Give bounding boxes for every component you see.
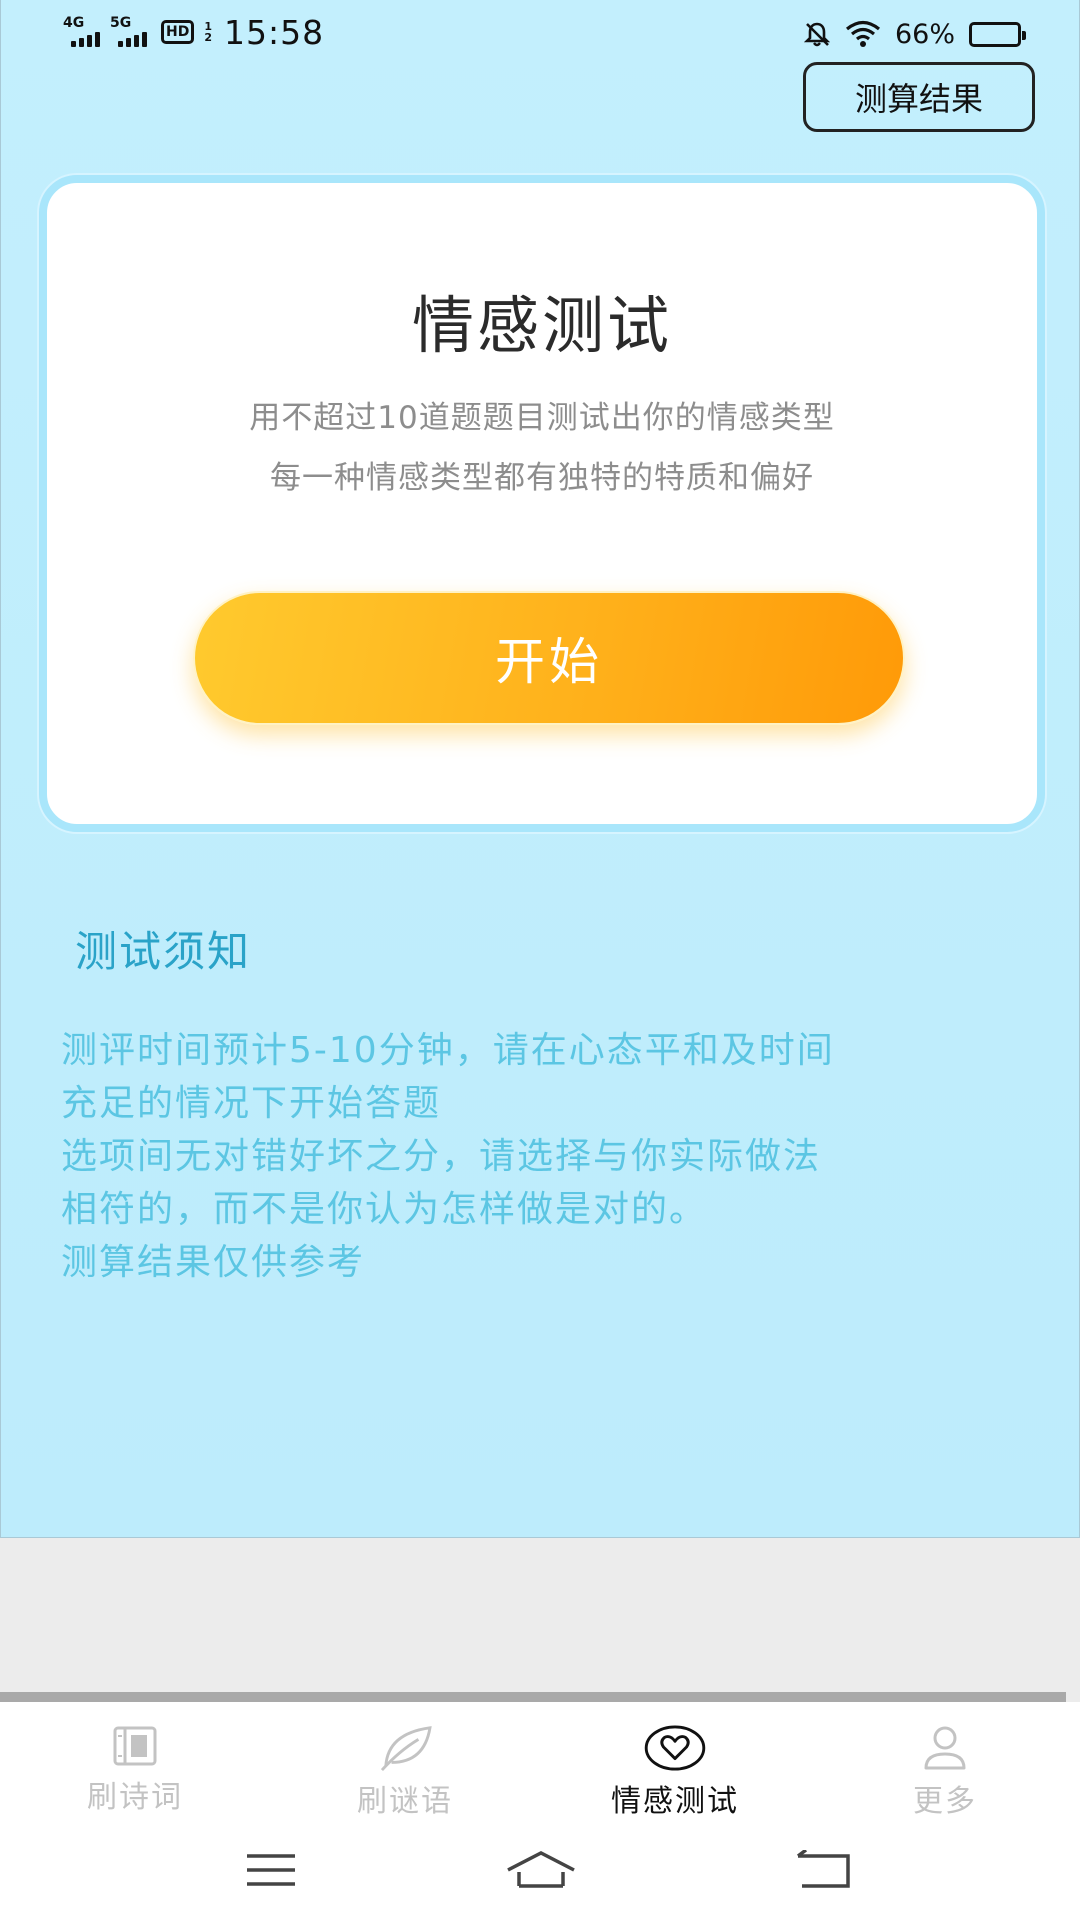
notice-line-2: 充足的情况下开始答题 xyxy=(61,1083,442,1124)
tab-poetry-label: 刷诗词 xyxy=(87,1780,183,1815)
intro-card: 情感测试 用不超过10道题题目测试出你的情感类型 每一种情感类型都有独特的特质和… xyxy=(39,175,1045,832)
home-button[interactable] xyxy=(496,1842,586,1898)
status-bar: 4G 5G HD 1 2 15:58 66% xyxy=(1,0,1080,66)
hd-sub-2: 2 xyxy=(204,31,212,44)
network-5g-label: 5G xyxy=(110,15,132,31)
user-icon xyxy=(924,1726,966,1770)
tab-riddles[interactable]: 刷谜语 xyxy=(270,1702,540,1820)
tab-more[interactable]: 更多 xyxy=(810,1702,1080,1820)
hd-sim-indicator: 1 2 xyxy=(204,21,212,43)
tab-more-label: 更多 xyxy=(913,1784,977,1819)
bell-muted-icon xyxy=(803,20,831,48)
card-description-line-2: 每一种情感类型都有独特的特质和偏好 xyxy=(270,460,814,496)
network-4g-label: 4G xyxy=(63,15,85,31)
tab-riddles-label: 刷谜语 xyxy=(357,1784,453,1819)
status-right: 66% xyxy=(803,14,1026,54)
system-nav-bar xyxy=(0,1820,1080,1920)
card-description-line-1: 用不超过10道题题目测试出你的情感类型 xyxy=(249,400,835,436)
back-button[interactable] xyxy=(778,1842,868,1898)
tab-emotion-test[interactable]: 情感测试 xyxy=(540,1702,810,1820)
home-icon xyxy=(507,1851,575,1888)
signal-4g-icon: 4G xyxy=(63,15,100,47)
tab-bar-divider xyxy=(0,1692,1066,1702)
battery-icon xyxy=(969,21,1026,47)
menu-icon xyxy=(247,1854,295,1886)
hd-voice-icon: HD xyxy=(161,20,195,44)
wifi-icon xyxy=(845,20,881,48)
leaf-icon xyxy=(380,1726,432,1772)
status-time: 15:58 xyxy=(224,12,325,52)
notice-body: 测评时间预计5-10分钟，请在心态平和及时间 充足的情况下开始答题 选项间无对错… xyxy=(61,1024,1011,1289)
notice-line-1: 测评时间预计5-10分钟，请在心态平和及时间 xyxy=(61,1030,835,1071)
card-title: 情感测试 xyxy=(411,289,672,362)
notice-line-3: 选项间无对错好坏之分，请选择与你实际做法 xyxy=(61,1136,822,1177)
menu-button[interactable] xyxy=(226,1842,316,1898)
back-icon xyxy=(796,1850,850,1888)
notice-line-5: 测算结果仅供参考 xyxy=(61,1242,366,1283)
bottom-tab-bar: 刷诗词 刷谜语 情感测试 更多 xyxy=(0,1702,1080,1820)
calculation-result-button[interactable]: 测算结果 xyxy=(803,62,1035,132)
status-left: 4G 5G HD 1 2 15:58 xyxy=(63,12,324,52)
main-content: 4G 5G HD 1 2 15:58 66% 测算结果 情感测试 用不超过10道… xyxy=(0,0,1080,1538)
notice-title: 测试须知 xyxy=(75,927,252,976)
battery-percent: 66% xyxy=(894,18,955,50)
tab-poetry[interactable]: 刷诗词 xyxy=(0,1702,270,1820)
card-description: 用不超过10道题题目测试出你的情感类型 每一种情感类型都有独特的特质和偏好 xyxy=(47,388,1037,508)
heart-icon xyxy=(644,1725,706,1771)
book-icon xyxy=(113,1726,157,1766)
notice-line-4: 相符的，而不是你认为怎样做是对的。 xyxy=(61,1189,708,1230)
signal-5g-icon: 5G xyxy=(110,15,147,47)
tab-emotion-test-label: 情感测试 xyxy=(611,1784,739,1819)
start-button[interactable]: 开始 xyxy=(193,591,905,725)
